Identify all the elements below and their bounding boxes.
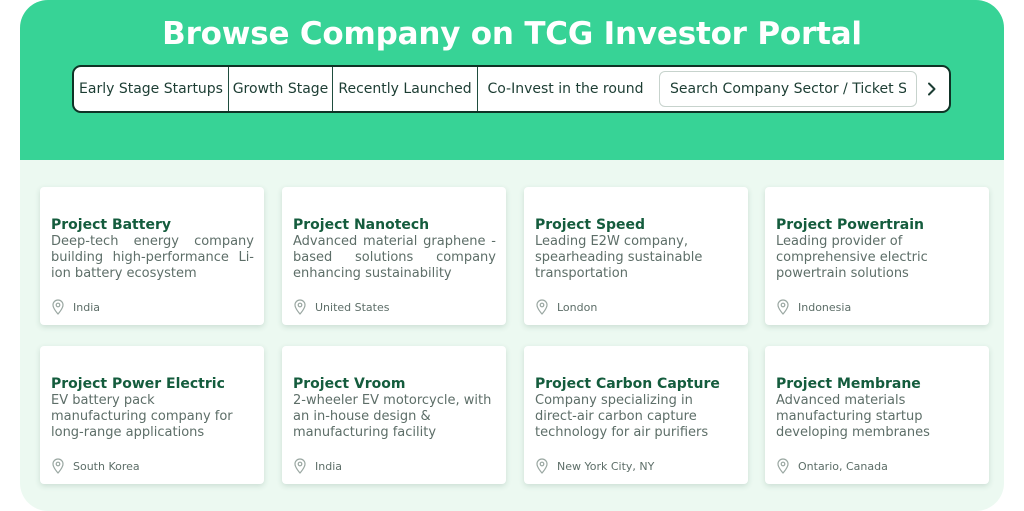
- company-card-speed[interactable]: Project Speed Leading E2W company, spear…: [524, 187, 748, 325]
- location-label: New York City, NY: [557, 459, 655, 473]
- next-button[interactable]: [917, 67, 947, 111]
- tab-growth-stage[interactable]: Growth Stage: [229, 67, 333, 111]
- company-name: Project Powertrain: [776, 217, 924, 233]
- company-name: Project Nanotech: [293, 217, 430, 233]
- location-pin-icon: [294, 299, 306, 315]
- hero-banner: Browse Company on TCG Investor Portal Ea…: [20, 0, 1004, 160]
- company-name: Project Speed: [535, 217, 646, 233]
- company-location: South Korea: [52, 458, 140, 474]
- location-label: India: [73, 300, 100, 314]
- company-card-membrane[interactable]: Project Membrane Advanced materials manu…: [765, 346, 989, 484]
- search-container: [653, 67, 917, 111]
- company-location: United States: [294, 299, 390, 315]
- location-label: Indonesia: [798, 300, 852, 314]
- location-label: Ontario, Canada: [798, 459, 888, 473]
- location-pin-icon: [777, 299, 789, 315]
- tab-recently-launched[interactable]: Recently Launched: [333, 67, 478, 111]
- company-name: Project Battery: [51, 217, 171, 233]
- company-location: Indonesia: [777, 299, 851, 315]
- company-description: 2-wheeler EV motorcycle, with an in-hous…: [293, 393, 492, 440]
- company-description: Company specializing in direct-air carbo…: [535, 393, 709, 440]
- company-location: India: [294, 458, 342, 474]
- company-card-carbon-capture[interactable]: Project Carbon Capture Company specializ…: [524, 346, 748, 484]
- category-tab-bar: Early Stage Startups Growth Stage Recent…: [72, 65, 951, 113]
- location-pin-icon: [294, 458, 306, 474]
- tab-co-invest[interactable]: Co-Invest in the round: [478, 67, 653, 111]
- location-pin-icon: [536, 458, 548, 474]
- chevron-right-icon: [928, 82, 936, 96]
- tab-early-stage-startups[interactable]: Early Stage Startups: [74, 67, 229, 111]
- portal-container: Browse Company on TCG Investor Portal Ea…: [20, 0, 1004, 511]
- company-location: New York City, NY: [536, 458, 654, 474]
- company-card-nanotech[interactable]: Project Nanotech Advanced material graph…: [282, 187, 506, 325]
- company-description: EV battery pack manufacturing company fo…: [51, 393, 233, 440]
- company-description: Deep-tech energy company building high-p…: [51, 234, 254, 281]
- location-pin-icon: [52, 299, 64, 315]
- company-card-battery[interactable]: Project Battery Deep-tech energy company…: [40, 187, 264, 325]
- search-input[interactable]: [659, 71, 917, 107]
- company-location: Ontario, Canada: [777, 458, 888, 474]
- company-location: London: [536, 299, 597, 315]
- company-card-vroom[interactable]: Project Vroom 2-wheeler EV motorcycle, w…: [282, 346, 506, 484]
- company-description: Leading E2W company, spearheading sustai…: [535, 234, 703, 281]
- company-description: Advanced material graphene -based soluti…: [293, 234, 496, 281]
- company-description: Advanced materials manufacturing startup…: [776, 393, 930, 440]
- company-name: Project Membrane: [776, 376, 921, 392]
- company-description: Leading provider of comprehensive electr…: [776, 234, 928, 281]
- company-name: Project Vroom: [293, 376, 406, 392]
- location-label: London: [557, 300, 598, 314]
- company-name: Project Power Electric: [51, 376, 225, 392]
- location-pin-icon: [52, 458, 64, 474]
- company-card-power-electric[interactable]: Project Power Electric EV battery pack m…: [40, 346, 264, 484]
- location-label: United States: [315, 300, 390, 314]
- location-label: India: [315, 459, 342, 473]
- company-location: India: [52, 299, 100, 315]
- location-label: South Korea: [73, 459, 140, 473]
- location-pin-icon: [536, 299, 548, 315]
- company-card-powertrain[interactable]: Project Powertrain Leading provider of c…: [765, 187, 989, 325]
- company-name: Project Carbon Capture: [535, 376, 720, 392]
- location-pin-icon: [777, 458, 789, 474]
- page-title: Browse Company on TCG Investor Portal: [162, 16, 862, 52]
